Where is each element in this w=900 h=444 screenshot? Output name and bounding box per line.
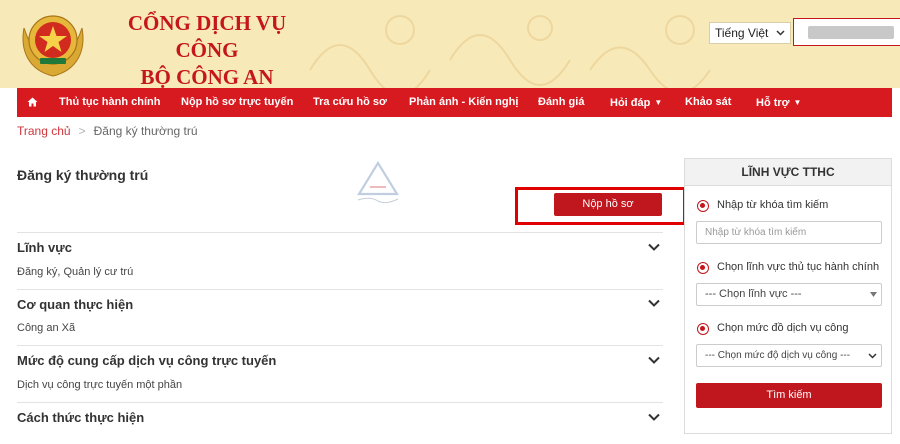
chevron-down-icon	[868, 353, 877, 359]
radio-service-level[interactable]	[697, 323, 709, 335]
blurred-search-content	[808, 26, 894, 39]
section-title-linh-vuc[interactable]: Lĩnh vực	[17, 240, 72, 255]
site-title: CỔNG DỊCH VỤ CÔNG BỘ CÔNG AN	[94, 10, 320, 88]
nav-item-danh-gia[interactable]: Đánh giá	[538, 88, 584, 117]
page-title: Đăng ký thường trú	[17, 167, 149, 183]
chevron-down-icon[interactable]	[648, 299, 660, 307]
search-button[interactable]: Tìm kiếm	[696, 383, 882, 408]
nav-item-label: Khảo sát	[685, 96, 732, 108]
police-emblem-logo	[22, 15, 84, 77]
site-header: CỔNG DỊCH VỤ CÔNG BỘ CÔNG AN Tiếng Việt	[0, 0, 900, 88]
field-select[interactable]: --- Chọn lĩnh vực ---	[696, 283, 882, 306]
site-title-line1: CỔNG DỊCH VỤ CÔNG	[127, 11, 287, 62]
breadcrumb-current: Đăng ký thường trú	[93, 124, 198, 138]
caret-down-icon: ▼	[793, 98, 802, 107]
nav-item-khao-sat[interactable]: Khảo sát	[685, 88, 731, 117]
caret-down-icon	[870, 292, 877, 297]
nav-item-label: Nộp hồ sơ trực tuyến	[181, 96, 294, 108]
language-select-value: Tiếng Việt	[715, 26, 769, 40]
service-level-select[interactable]: --- Chọn mức độ dịch vụ công ---	[696, 344, 882, 367]
nav-item-nop-ho-so[interactable]: Nộp hồ sơ trực tuyến	[181, 88, 293, 117]
header-search-input[interactable]	[793, 18, 900, 46]
radio-keyword[interactable]	[697, 200, 709, 212]
service-level-select-value: --- Chọn mức độ dịch vụ công ---	[705, 350, 851, 361]
radio-keyword-label: Nhập từ khóa tìm kiếm	[717, 199, 829, 211]
nav-item-tra-cuu[interactable]: Tra cứu hồ sơ	[313, 88, 387, 117]
breadcrumb-separator: >	[78, 124, 86, 138]
chevron-down-icon	[776, 30, 785, 36]
section-value-co-quan: Công an Xã	[17, 322, 76, 334]
radio-field-label: Chọn lĩnh vực thủ tục hành chính	[717, 261, 880, 273]
nav-item-label: Đánh giá	[538, 96, 585, 108]
submit-application-button[interactable]: Nộp hồ sơ	[554, 193, 662, 216]
nav-item-label: Thủ tục hành chính	[59, 96, 161, 108]
chevron-down-icon[interactable]	[648, 243, 660, 251]
nav-item-label: Tra cứu hồ sơ	[313, 96, 387, 108]
caret-down-icon: ▼	[654, 98, 663, 107]
section-title-co-quan[interactable]: Cơ quan thực hiện	[17, 297, 133, 312]
nav-item-hoi-dap[interactable]: Hỏi đáp ▼	[610, 88, 662, 117]
watermark-logo	[357, 160, 399, 204]
section-divider	[17, 402, 663, 403]
section-divider	[17, 232, 663, 233]
field-select-value: --- Chọn lĩnh vực ---	[705, 288, 802, 300]
nav-item-phan-anh[interactable]: Phản ánh - Kiến nghị	[409, 88, 518, 117]
home-icon[interactable]	[27, 97, 38, 107]
nav-item-ho-tro[interactable]: Hỗ trợ ▼	[756, 88, 801, 117]
header-pattern-decoration	[309, 15, 711, 88]
nav-item-label: Hỏi đáp	[610, 97, 651, 109]
nav-item-label: Hỗ trợ	[756, 97, 790, 109]
chevron-down-icon[interactable]	[648, 413, 660, 421]
breadcrumb: Trang chủ > Đăng ký thường trú	[17, 123, 198, 139]
sidebar-title: LĨNH VỰC TTHC	[685, 159, 891, 186]
site-title-line2: BỘ CÔNG AN	[140, 65, 274, 88]
nav-item-thu-tuc[interactable]: Thủ tục hành chính	[59, 88, 160, 117]
section-title-cach-thuc[interactable]: Cách thức thực hiện	[17, 410, 144, 425]
language-select[interactable]: Tiếng Việt	[709, 22, 791, 44]
keyword-search-input[interactable]: Nhập từ khóa tìm kiếm	[696, 221, 882, 244]
section-title-muc-do[interactable]: Mức độ cung cấp dịch vụ công trực tuyến	[17, 353, 276, 368]
radio-service-level-label: Chọn mức đồ dịch vụ công	[717, 322, 849, 334]
section-value-linh-vuc: Đăng ký, Quản lý cư trú	[17, 266, 134, 278]
section-divider	[17, 289, 663, 290]
section-divider	[17, 345, 663, 346]
nav-item-label: Phản ánh - Kiến nghị	[409, 96, 519, 108]
radio-field[interactable]	[697, 262, 709, 274]
chevron-down-icon[interactable]	[648, 356, 660, 364]
section-value-muc-do: Dịch vụ công trực tuyến một phần	[17, 379, 183, 391]
breadcrumb-home-link[interactable]: Trang chủ	[17, 124, 71, 138]
main-nav: Thủ tục hành chính Nộp hồ sơ trực tuyến …	[17, 88, 892, 117]
